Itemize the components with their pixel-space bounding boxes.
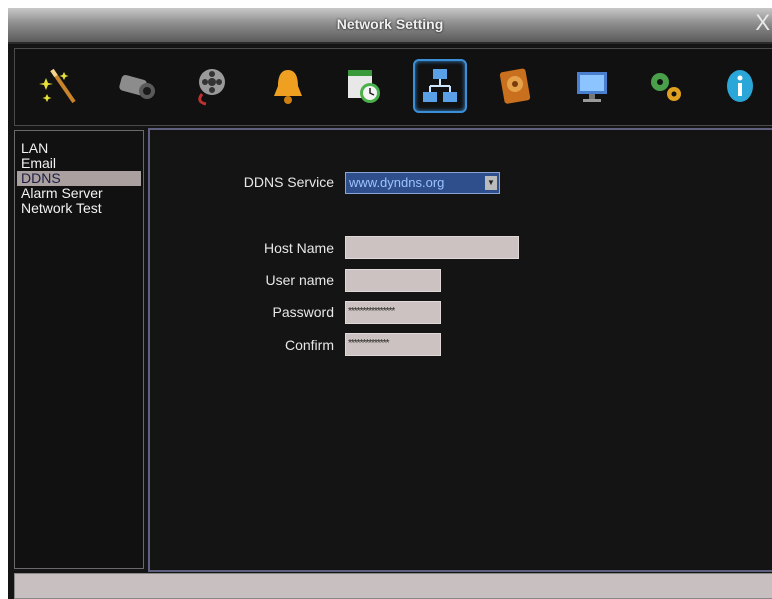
chevron-down-icon[interactable]: ▼	[485, 176, 497, 190]
user-name-label: User name	[265, 272, 334, 288]
sidebar-item-ddns[interactable]: DDNS	[17, 171, 141, 186]
wizard-wand-icon[interactable]	[35, 61, 85, 111]
alarm-bell-icon[interactable]	[263, 61, 313, 111]
confirm-password-field[interactable]: **************	[345, 333, 441, 356]
camera-icon[interactable]	[111, 61, 161, 111]
ddns-service-select[interactable]: www.dyndns.org ▼	[345, 172, 500, 194]
ddns-settings-panel: DDNS Service www.dyndns.org ▼ Host Name …	[148, 128, 772, 572]
close-icon[interactable]: X	[755, 12, 770, 34]
host-name-label: Host Name	[263, 240, 334, 256]
password-label: Password	[272, 304, 334, 320]
settings-toolbar	[14, 48, 772, 126]
title-bar: Network Setting X	[8, 8, 772, 44]
sidebar-item-lan[interactable]: LAN	[17, 141, 141, 156]
hard-disk-icon[interactable]	[491, 61, 541, 111]
schedule-clock-icon[interactable]	[339, 61, 389, 111]
ddns-service-value: www.dyndns.org	[349, 175, 445, 190]
sidebar-item-alarm-server[interactable]: Alarm Server	[17, 186, 141, 201]
ddns-service-label: DDNS Service	[243, 174, 334, 190]
sidebar-item-network-test[interactable]: Network Test	[17, 201, 141, 216]
status-bar	[14, 573, 772, 599]
film-reel-icon[interactable]	[187, 61, 237, 111]
host-name-field[interactable]	[345, 236, 519, 259]
password-field[interactable]: ****************	[345, 301, 441, 324]
info-icon[interactable]	[715, 61, 765, 111]
user-name-field[interactable]	[345, 269, 441, 292]
sidebar-item-email[interactable]: Email	[17, 156, 141, 171]
network-icon[interactable]	[413, 59, 467, 113]
window-title: Network Setting	[336, 16, 444, 32]
gears-icon[interactable]	[641, 61, 691, 111]
network-setting-window: Network Setting X LAN Email DDNS Alarm S…	[8, 8, 772, 599]
settings-sidebar: LAN Email DDNS Alarm Server Network Test	[14, 130, 144, 569]
confirm-label: Confirm	[284, 337, 334, 353]
monitor-icon[interactable]	[567, 61, 617, 111]
